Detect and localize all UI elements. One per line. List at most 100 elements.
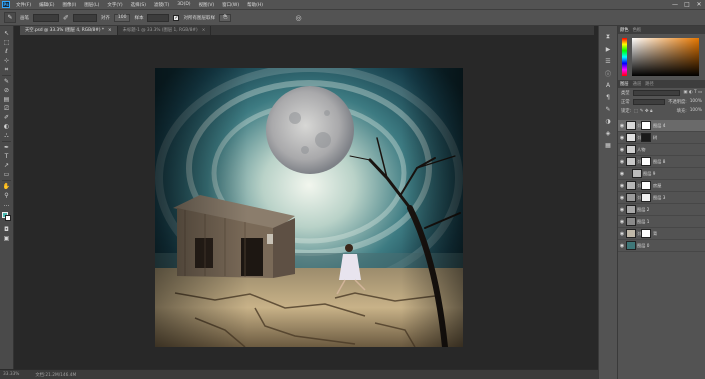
maximize-button[interactable]: □	[681, 0, 693, 9]
background-color-swatch[interactable]	[4, 215, 11, 221]
layer-row[interactable]: ◉ 图层 1	[618, 216, 705, 228]
layer-row[interactable]: ◉ ⛓ 图层 8	[618, 156, 705, 168]
tool-icon[interactable]: T	[2, 152, 12, 161]
styles-icon[interactable]: ◈	[602, 128, 614, 138]
eye-icon[interactable]: ◉	[618, 123, 626, 129]
layer-name[interactable]: 背	[653, 231, 657, 237]
brush-presets-icon[interactable]: ✎	[602, 104, 614, 114]
tool-preset-picker[interactable]: ✎	[4, 12, 16, 23]
tool-icon[interactable]: ▭	[2, 170, 12, 179]
tool-icon[interactable]: ▤	[2, 95, 12, 104]
strength-field[interactable]: 100	[113, 13, 131, 22]
eye-icon[interactable]: ◉	[618, 219, 626, 225]
layer-row[interactable]: ◉ ⛓ 房屋	[618, 180, 705, 192]
tool-icon[interactable]: ⊹	[2, 56, 12, 65]
sample-select[interactable]	[147, 13, 170, 22]
fill-value[interactable]: 100%	[690, 108, 702, 113]
layer-mask-thumbnail[interactable]	[641, 181, 651, 190]
info-icon[interactable]: ⓘ	[602, 68, 614, 78]
layer-row[interactable]: ◉ ⛓ 图层 3	[618, 192, 705, 204]
menu-item[interactable]: 编辑(E)	[35, 2, 58, 8]
paragraph-icon[interactable]: ¶	[602, 92, 614, 102]
eye-icon[interactable]: ◉	[618, 231, 626, 237]
layer-name[interactable]: 图层 3	[653, 195, 665, 201]
layer-thumbnail[interactable]	[626, 217, 636, 226]
tool-icon[interactable]: ⊘	[2, 86, 12, 95]
layer-thumbnail[interactable]	[626, 241, 636, 250]
mode-field[interactable]	[72, 13, 97, 22]
zoom-level[interactable]: 33.33%	[3, 372, 19, 377]
quick-mask-icon[interactable]: ◘	[2, 225, 12, 234]
tool-icon[interactable]: ⬚	[2, 38, 12, 47]
layer-thumbnail[interactable]	[626, 181, 636, 190]
color-field[interactable]	[632, 38, 699, 76]
close-tab-icon[interactable]: ×	[108, 28, 112, 33]
close-button[interactable]: ✕	[693, 0, 705, 9]
lock-icons[interactable]: ⬚ ✎ ✥ 🔒︎	[634, 108, 652, 114]
libraries-icon[interactable]: ▦	[602, 140, 614, 150]
layer-name[interactable]: 人物	[637, 147, 645, 153]
tool-icon[interactable]: ⛬	[2, 131, 12, 140]
history-icon[interactable]: ⧗	[602, 32, 614, 42]
tool-icon[interactable]: ⚲	[2, 191, 12, 200]
tool-icon[interactable]: ℓ	[2, 47, 12, 56]
layer-mask-thumbnail[interactable]	[641, 157, 651, 166]
document-artwork[interactable]	[155, 68, 463, 347]
tab-color[interactable]: 颜色	[620, 27, 629, 33]
menu-item[interactable]: 图层(L)	[80, 2, 103, 8]
tool-icon[interactable]: ✐	[2, 113, 12, 122]
eye-icon[interactable]: ◉	[618, 183, 626, 189]
document-size[interactable]: 文档:21.2M/146.4M	[35, 372, 76, 378]
actions-icon[interactable]: ▶	[602, 44, 614, 54]
properties-icon[interactable]: ☰	[602, 56, 614, 66]
layer-row[interactable]: ◉ 图层 0	[618, 240, 705, 252]
menu-item[interactable]: 文字(Y)	[103, 2, 126, 8]
layer-row[interactable]: ◉ 图层 2	[618, 204, 705, 216]
pressure-icon[interactable]: ◎	[295, 14, 301, 22]
layer-name[interactable]: 房屋	[653, 183, 661, 189]
eye-icon[interactable]: ◉	[618, 243, 626, 249]
layer-name[interactable]: 图层 4	[653, 123, 665, 129]
minimize-button[interactable]: —	[669, 0, 681, 9]
layer-thumbnail[interactable]	[626, 145, 636, 154]
menu-item[interactable]: 3D(D)	[173, 2, 194, 8]
layer-row[interactable]: ◉ 人物	[618, 144, 705, 156]
canvas-area[interactable]	[20, 35, 594, 369]
brush-settings-icon[interactable]: ✐	[63, 14, 69, 22]
tool-icon[interactable]: ⌗	[2, 65, 12, 74]
tool-icon[interactable]: ✎	[2, 77, 12, 86]
layer-thumbnail[interactable]	[626, 133, 636, 142]
tool-icon[interactable]: ⎚	[2, 104, 12, 113]
layer-mask-thumbnail[interactable]	[641, 193, 651, 202]
layer-row[interactable]: ◉ ⛓ 树	[618, 132, 705, 144]
screen-mode-icon[interactable]: ▣	[2, 234, 12, 243]
tool-icon[interactable]: ↖	[2, 29, 12, 38]
eye-icon[interactable]: ◉	[618, 195, 626, 201]
color-button[interactable]: 色	[218, 13, 232, 22]
tool-icon[interactable]: ◐	[2, 122, 12, 131]
tab-document-2[interactable]: 未标题-1 @ 33.3% (图层 1, RGB/8#) ×	[118, 26, 212, 35]
color-swatches[interactable]	[1, 212, 12, 222]
filter-kind-label[interactable]: 类型	[621, 90, 630, 96]
blend-mode-select[interactable]: 正常	[621, 99, 630, 105]
all-layers-checkbox[interactable]: ✓	[173, 14, 180, 21]
tab-layers[interactable]: 图层	[620, 81, 629, 87]
menu-item[interactable]: 帮助(H)	[243, 2, 267, 8]
menu-item[interactable]: 文件(F)	[12, 2, 35, 8]
menu-item[interactable]: 选择(S)	[127, 2, 150, 8]
eye-icon[interactable]: ◉	[618, 159, 626, 165]
layer-row[interactable]: ◉ ⛓ 背	[618, 228, 705, 240]
tab-channels[interactable]: 通道	[633, 81, 642, 87]
eye-icon[interactable]: ◉	[618, 135, 626, 141]
layer-name[interactable]: 图层 0	[637, 243, 649, 249]
layer-name[interactable]: 图层 8	[653, 159, 665, 165]
tool-icon[interactable]: ✒	[2, 143, 12, 152]
layer-thumbnail[interactable]	[626, 193, 636, 202]
layer-name[interactable]: 图层 1	[637, 219, 649, 225]
layer-thumbnail[interactable]	[626, 157, 636, 166]
layer-thumbnail[interactable]	[626, 121, 636, 130]
menu-item[interactable]: 图像(I)	[58, 2, 80, 8]
adjustments-icon[interactable]: ◑	[602, 116, 614, 126]
layer-name[interactable]: 图层 9	[643, 171, 655, 177]
tool-icon[interactable]: ✋	[2, 182, 12, 191]
